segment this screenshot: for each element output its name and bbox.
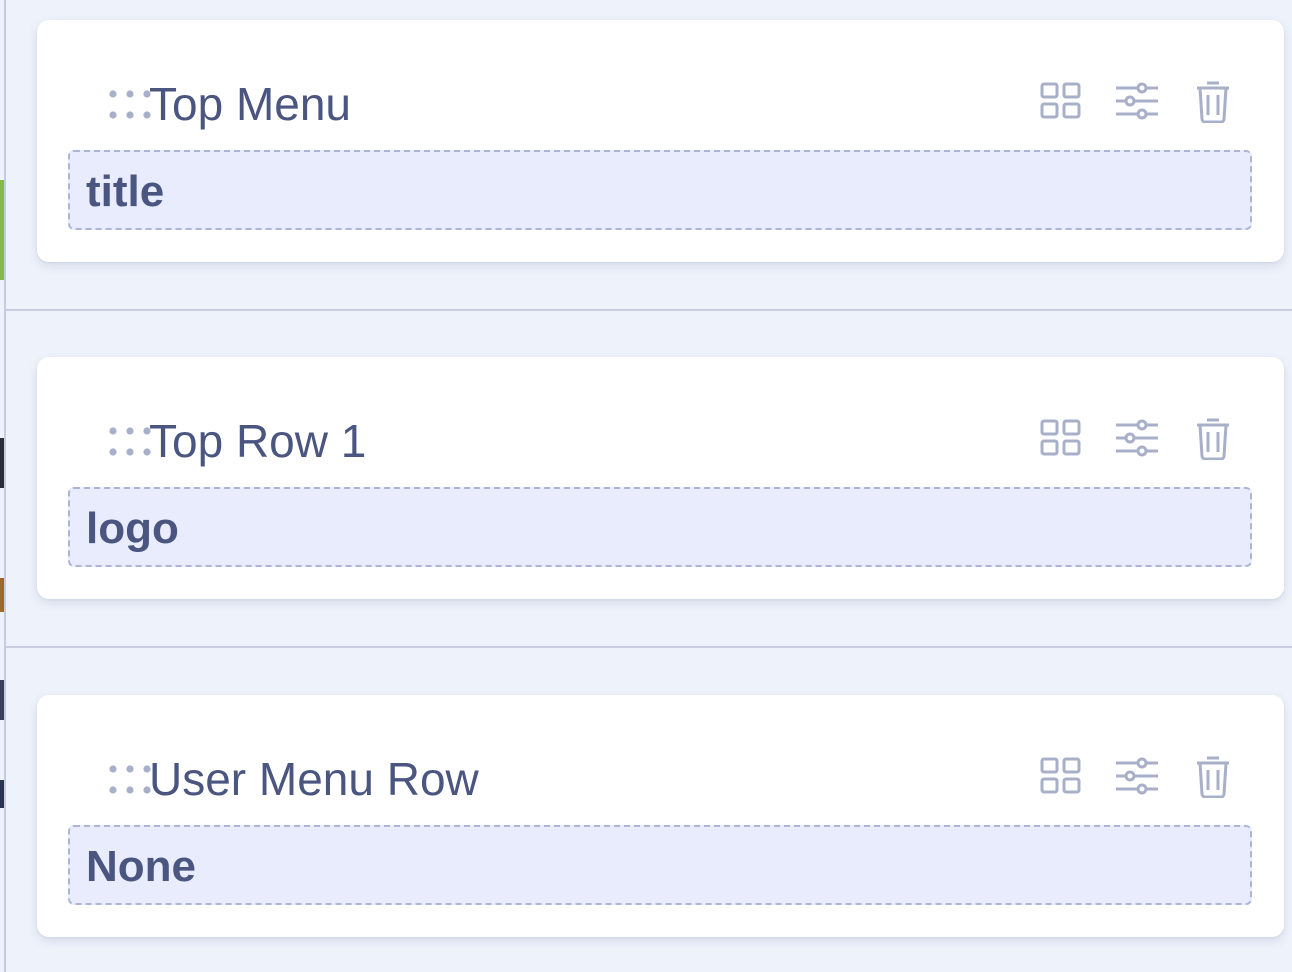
card-actions	[1038, 78, 1236, 124]
slot-label: title	[86, 167, 165, 216]
card-actions	[1038, 753, 1236, 799]
card-title: Top Menu	[149, 78, 352, 130]
sliders-icon[interactable]	[1114, 415, 1160, 461]
slot-label: None	[86, 842, 196, 891]
card-title: User Menu Row	[149, 753, 479, 805]
card-header: Top Menu	[37, 20, 1284, 150]
element-slot[interactable]: None	[68, 825, 1252, 905]
edge-mark	[0, 680, 4, 720]
edge-mark	[0, 438, 4, 488]
card-header: Top Row 1	[37, 357, 1284, 487]
section-divider	[6, 309, 1292, 311]
edge-mark	[0, 578, 4, 612]
grid-layout-icon[interactable]	[1038, 415, 1084, 461]
layout-row-card[interactable]: Top Row 1 logo	[37, 357, 1284, 599]
grid-layout-icon[interactable]	[1038, 753, 1084, 799]
slot-label: logo	[86, 504, 179, 553]
card-header: User Menu Row	[37, 695, 1284, 825]
edge-mark	[0, 780, 4, 808]
grid-layout-icon[interactable]	[1038, 78, 1084, 124]
card-actions	[1038, 415, 1236, 461]
sliders-icon[interactable]	[1114, 78, 1160, 124]
left-panel-edge	[0, 0, 6, 972]
trash-icon[interactable]	[1190, 415, 1236, 461]
card-title: Top Row 1	[149, 415, 367, 467]
element-slot[interactable]: logo	[68, 487, 1252, 567]
sliders-icon[interactable]	[1114, 753, 1160, 799]
trash-icon[interactable]	[1190, 753, 1236, 799]
edge-highlight-green	[0, 180, 4, 280]
layout-row-card[interactable]: User Menu Row None	[37, 695, 1284, 937]
trash-icon[interactable]	[1190, 78, 1236, 124]
layout-row-card[interactable]: Top Menu title	[37, 20, 1284, 262]
section-divider	[6, 646, 1292, 648]
element-slot[interactable]: title	[68, 150, 1252, 230]
